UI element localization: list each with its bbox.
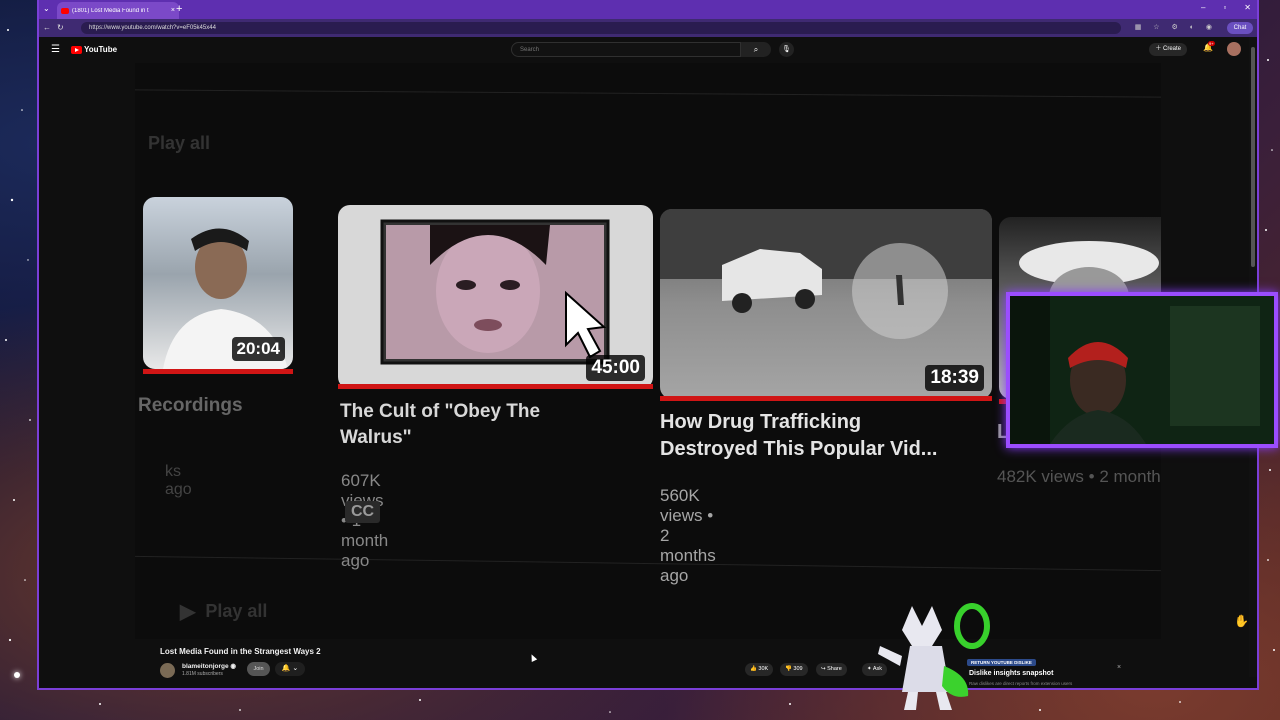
play-icon: ▶ [180,601,196,623]
divider [135,555,1161,572]
subscription-bell-button[interactable]: 🔔 ⌄ [275,662,305,676]
maximize-icon[interactable]: ▫ [1223,3,1226,12]
extension-icons[interactable]: ▦ ☆ ⚙ ◐ ◉ [1135,23,1217,31]
hamburger-menu-icon[interactable]: ☰ [51,44,60,55]
copilot-button[interactable]: Chat [1227,22,1253,34]
video-info-bar: Lost Media Found in the Strangest Ways 2… [39,639,1257,688]
channel-name[interactable]: blameitonjorge ◉ [182,662,236,670]
video-meta: 560K views • 2 months ago [660,486,716,585]
notifications-icon[interactable]: 🔔 9+ [1203,41,1215,52]
notification-badge: 9+ [1208,41,1215,46]
play-all-label: Play all [148,133,211,153]
youtube-header: ☰ YouTube Search ⌕ 🎙 ＋ Create 🔔 9+ [39,37,1257,63]
video-meta: 482K views • 2 months [997,467,1161,486]
channel-avatar[interactable] [160,663,175,678]
play-all-bottom[interactable]: ▶ Play all [180,599,267,624]
minimize-icon[interactable]: – [1201,3,1205,12]
youtube-play-icon [71,45,82,54]
bell-icon: 🔔 [281,665,291,672]
close-window-icon[interactable]: ✕ [1244,3,1251,12]
divider [135,89,1161,98]
share-icon: ↪ [821,666,826,672]
account-avatar[interactable] [1227,42,1241,56]
like-count: 30K [758,666,769,672]
microphone-icon[interactable]: 🎙 [779,42,794,57]
address-bar: ←↻ https://www.youtube.com/watch?v=eF05k… [39,19,1257,37]
search-input[interactable]: Search [511,42,741,57]
tab-title: (1801) Lost Media Found in t [72,7,149,14]
youtube-favicon-icon [61,7,69,14]
video-duration: 45:00 [586,355,645,381]
channel-name-text: blameitonjorge [182,663,229,670]
refresh-icon[interactable]: ↻ [57,23,70,32]
closed-captions-badge: CC [345,501,381,523]
watched-progress [660,396,992,401]
webcam-overlay [1006,292,1278,448]
watched-progress [143,369,293,374]
video-title[interactable]: How Drug Trafficking Destroyed This Popu… [660,409,960,463]
subscriber-count: 1.81M subscribers [182,671,223,677]
scrollbar-thumb[interactable] [1251,47,1255,267]
play-all-bottom-label: Play all [205,601,268,621]
tab-youtube[interactable]: (1801) Lost Media Found in t × [57,2,179,19]
close-tab-icon[interactable]: × [171,7,175,14]
dislike-button[interactable]: 👎 309 [780,663,808,676]
dislike-count: 309 [793,666,803,672]
video-title-main: Lost Media Found in the Strangest Ways 2 [160,647,321,656]
url-field[interactable]: https://www.youtube.com/watch?v=eF05k45x… [81,22,1121,34]
thumbs-up-icon: 👍 [750,666,757,672]
watched-progress [338,384,653,389]
search-icon[interactable]: ⌕ [741,42,771,57]
logo-text: YouTube [84,45,118,54]
like-button[interactable]: 👍 30K [745,663,774,676]
hand-cursor-icon: ✋ [1234,614,1249,628]
video-title[interactable]: The Cult of "Obey The Walrus" [340,399,580,450]
back-icon[interactable]: ← [43,23,57,32]
join-button[interactable]: Join [247,662,270,676]
chevron-down-icon: ⌄ [292,665,299,672]
tab-actions-icon[interactable]: ⌄ [43,4,50,13]
video-duration: 20:04 [231,337,285,361]
create-label: Create [1162,46,1181,52]
video-thumbnail[interactable]: 18:39 [660,209,992,399]
share-button[interactable]: ↪ Share [816,663,847,676]
new-tab-icon[interactable]: + [176,3,182,15]
video-thumbnail[interactable]: 45:00 [338,205,653,389]
mascot-sticker [878,603,990,710]
thumbs-down-icon: 👎 [785,666,792,672]
video-duration: 18:39 [925,365,984,391]
video-meta: ks ago [165,463,192,498]
create-button[interactable]: ＋ Create [1149,43,1187,56]
video-thumbnail[interactable]: 20:04 [143,197,293,369]
close-panel-icon[interactable]: × [1117,664,1121,671]
tab-bar: ⌄ (1801) Lost Media Found in t × + – ▫ ✕ [39,0,1257,19]
nav-buttons: ←↻ [43,23,70,32]
window-controls: – ▫ ✕ [1201,3,1251,12]
youtube-logo[interactable]: YouTube [71,45,117,54]
share-label: Share [827,666,842,672]
webcam-feed [1010,296,1274,444]
verified-icon: ◉ [230,663,237,670]
video-title[interactable]: Recordings [138,393,243,419]
sparkle-icon: ✦ [867,666,872,672]
star-glow [14,672,20,678]
